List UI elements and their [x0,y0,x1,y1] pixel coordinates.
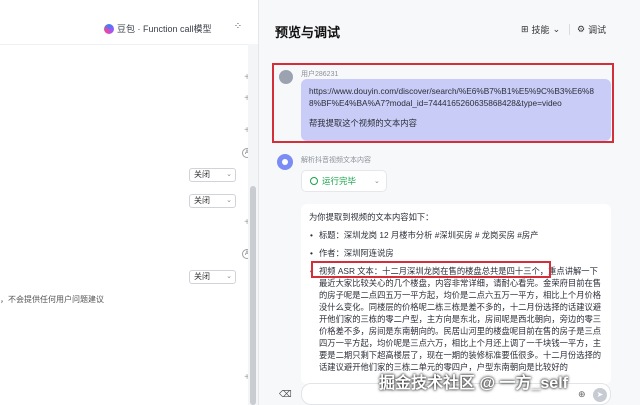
chevron-down-icon: ⌄ [226,273,232,280]
config-list: + + + A 关闭 ⌄ 关闭 ⌄ + A 关闭 ⌄ + ，不会提供任何用户问题… [0,44,258,405]
page-title: 预览与调试 [275,25,341,40]
suggestion-hint: ，不会提供任何用户问题建议 [0,295,104,304]
model-name: 豆包 · Function call模型 [117,24,212,34]
header-divider [569,24,570,35]
chevron-down-icon: ⌄ [374,178,380,185]
debug-icon: ⚙ [577,24,586,34]
answer-intro: 为你提取到视频的文本内容如下： [309,212,434,222]
long-memory-select[interactable]: 关闭 ⌄ [189,168,236,182]
user-message-question: 帮我提取这个视频的文本内容 [309,118,417,128]
chevron-down-icon: ⌄ [552,24,561,34]
select-value: 关闭 [194,196,210,205]
clear-history-icon[interactable]: ⌫ [279,388,292,400]
suggestion-select[interactable]: 关闭 ⌄ [189,270,236,284]
select-value: 关闭 [194,272,210,281]
list-item: 作者：深圳阿连说房 [309,247,603,259]
config-header: 豆包 · Function call模型 ⁘ [0,12,258,42]
preview-panel: 预览与调试 ⊞ 技能 ⌄ ⚙ 调试 用户286231 https://www.d… [258,0,640,405]
user-message: https://www.douyin.com/discover/search/%… [301,79,611,141]
check-circle-icon [310,177,318,185]
attachment-icon[interactable]: ⊕ [578,389,588,399]
watermark: 掘金技术社区 @ 一方_self [379,375,568,392]
chevron-down-icon: ⌄ [226,171,232,178]
config-panel: 豆包 · Function call模型 ⁘ + + + A 关闭 ⌄ 关闭 ⌄… [0,0,258,405]
run-status-toggle[interactable]: 运行完毕 ⌄ [301,170,387,192]
bot-name: 解析抖音视频文本内容 [301,157,371,164]
debug-label: 调试 [588,25,607,35]
run-status: 运行完毕 [322,176,357,186]
doubao-logo-icon [104,23,114,34]
list-item: 视频 ASR 文本：十二月深圳龙岗在售的楼盘总共是四十三个，重点讲解一下最近大家… [309,265,603,373]
scrollbar-thumb[interactable] [250,186,256,405]
list-item: 标题：深圳龙岗 12 月楼市分析 #深圳买房 # 龙岗买房 #房产 [309,229,603,241]
chevron-down-icon: ⌄ [226,197,232,204]
skills-button[interactable]: ⊞ 技能 ⌄ [521,23,560,36]
user-message-url: https://www.douyin.com/discover/search/%… [309,86,594,108]
skills-label: 技能 [531,25,550,35]
select-value: 关闭 [194,170,210,179]
bot-answer: 为你提取到视频的文本内容如下： 标题：深圳龙岗 12 月楼市分析 #深圳买房 #… [301,204,611,384]
grid-icon[interactable]: ⁘ [232,21,244,33]
bot-avatar [277,154,293,170]
user-avatar [279,70,293,84]
skills-icon: ⊞ [521,24,529,34]
model-selector[interactable]: 豆包 · Function call模型 [104,22,212,35]
debug-button[interactable]: ⚙ 调试 [577,23,606,36]
answer-list: 标题：深圳龙岗 12 月楼市分析 #深圳买房 # 龙岗买房 #房产 作者：深圳阿… [309,229,603,373]
file-box-select[interactable]: 关闭 ⌄ [189,194,236,208]
user-name: 用户286231 [301,71,339,78]
send-icon[interactable]: ➤ [593,388,607,402]
